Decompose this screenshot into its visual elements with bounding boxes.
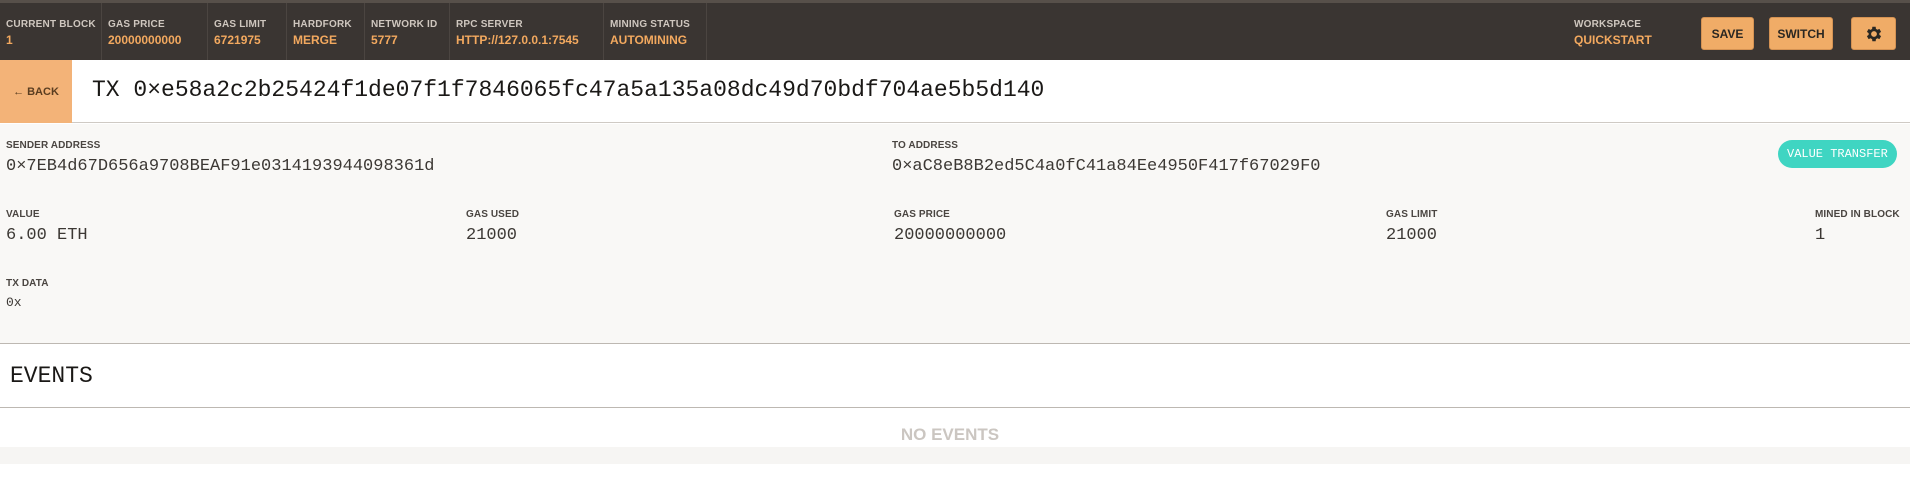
back-button[interactable]: ← BACK: [0, 60, 72, 123]
sender-address-label: SENDER ADDRESS: [6, 140, 101, 151]
stat-network-id: NETWORK ID 5777: [365, 3, 450, 60]
stat-label: NETWORK ID: [371, 19, 438, 30]
workspace-label: WORKSPACE: [1574, 19, 1642, 30]
settings-button[interactable]: [1851, 17, 1896, 50]
gas-used-value: 21000: [466, 226, 518, 245]
value-field: VALUE 6.00 ETH: [6, 209, 88, 245]
sender-address-value: 0×7EB4d67D656a9708BEAF91e031419394409836…: [6, 157, 435, 176]
mined-in-block-label: MINED IN BLOCK: [1815, 209, 1900, 220]
tx-type-badge: VALUE TRANSFER: [1778, 140, 1897, 168]
stat-value: 5777: [371, 33, 398, 47]
tx-data-label: TX DATA: [6, 278, 49, 289]
stat-label: MINING STATUS: [610, 19, 691, 30]
stat-current-block: CURRENT BLOCK 1: [0, 3, 102, 60]
stat-label: GAS PRICE: [108, 19, 165, 30]
events-title: EVENTS: [10, 363, 93, 389]
stat-value: HTTP://127.0.0.1:7545: [456, 33, 579, 47]
stat-mining-status: MINING STATUS AUTOMINING: [604, 3, 707, 60]
events-header: EVENTS: [0, 345, 1910, 408]
gas-limit-field: GAS LIMIT 21000: [1386, 209, 1437, 245]
stat-value: 6721975: [214, 33, 261, 47]
mined-in-block-value: 1: [1815, 226, 1826, 245]
no-events-message: NO EVENTS: [900, 425, 1000, 444]
tx-data-value: 0x: [6, 295, 22, 310]
stat-gas-limit: GAS LIMIT 6721975: [208, 3, 287, 60]
gas-price-label: GAS PRICE: [894, 209, 950, 220]
workspace-name: QUICKSTART: [1574, 33, 1652, 47]
stat-value: AUTOMINING: [610, 33, 688, 47]
sender-address-field: SENDER ADDRESS 0×7EB4d67D656a9708BEAF91e…: [6, 140, 434, 176]
stat-value: 1: [6, 33, 13, 47]
stat-gas-price: GAS PRICE 20000000000: [102, 3, 208, 60]
stat-rpc-server: RPC SERVER HTTP://127.0.0.1:7545: [450, 3, 604, 60]
save-button[interactable]: SAVE: [1701, 17, 1754, 50]
stat-label: HARDFORK: [293, 19, 352, 30]
to-address-label: TO ADDRESS: [892, 140, 959, 151]
gas-limit-label: GAS LIMIT: [1386, 209, 1438, 220]
gear-icon: [1866, 26, 1881, 41]
stat-value: 20000000000: [108, 33, 182, 47]
stat-label: CURRENT BLOCK: [6, 19, 96, 30]
transaction-details: SENDER ADDRESS 0×7EB4d67D656a9708BEAF91e…: [0, 124, 1910, 344]
gas-used-field: GAS USED 21000: [466, 209, 519, 245]
to-address-field: TO ADDRESS 0×aC8eB8B2ed5C4a0fC41a84Ee495…: [892, 140, 1320, 176]
stat-label: GAS LIMIT: [214, 19, 267, 30]
gas-price-field: GAS PRICE 20000000000: [894, 209, 1006, 245]
workspace-indicator: WORKSPACE QUICKSTART: [1574, 19, 1652, 47]
gas-price-value: 20000000000: [894, 226, 1007, 245]
switch-button[interactable]: SWITCH: [1769, 17, 1833, 50]
events-footer: [0, 447, 1910, 464]
stat-value: MERGE: [293, 33, 338, 47]
transaction-header: ← BACK TX 0×e58a2c2b25424f1de07f1f784606…: [0, 60, 1910, 123]
to-address-value: 0×aC8eB8B2ed5C4a0fC41a84Ee4950F417f67029…: [892, 157, 1321, 176]
gas-used-label: GAS USED: [466, 209, 520, 220]
status-bar: CURRENT BLOCK 1 GAS PRICE 20000000000 GA…: [0, 0, 1910, 60]
stat-label: RPC SERVER: [456, 19, 523, 30]
stat-hardfork: HARDFORK MERGE: [287, 3, 365, 60]
value-label: VALUE: [6, 209, 40, 220]
gas-limit-value: 21000: [1386, 226, 1438, 245]
value-amount: 6.00 ETH: [6, 226, 88, 245]
mined-in-block-field: MINED IN BLOCK 1: [1815, 209, 1900, 245]
tx-data-field: TX DATA 0x: [6, 278, 49, 310]
page-title: TX 0×e58a2c2b25424f1de07f1f7846065fc47a5…: [92, 77, 1045, 103]
left-arrow-icon: ←: [13, 85, 25, 98]
back-label: BACK: [27, 85, 59, 98]
